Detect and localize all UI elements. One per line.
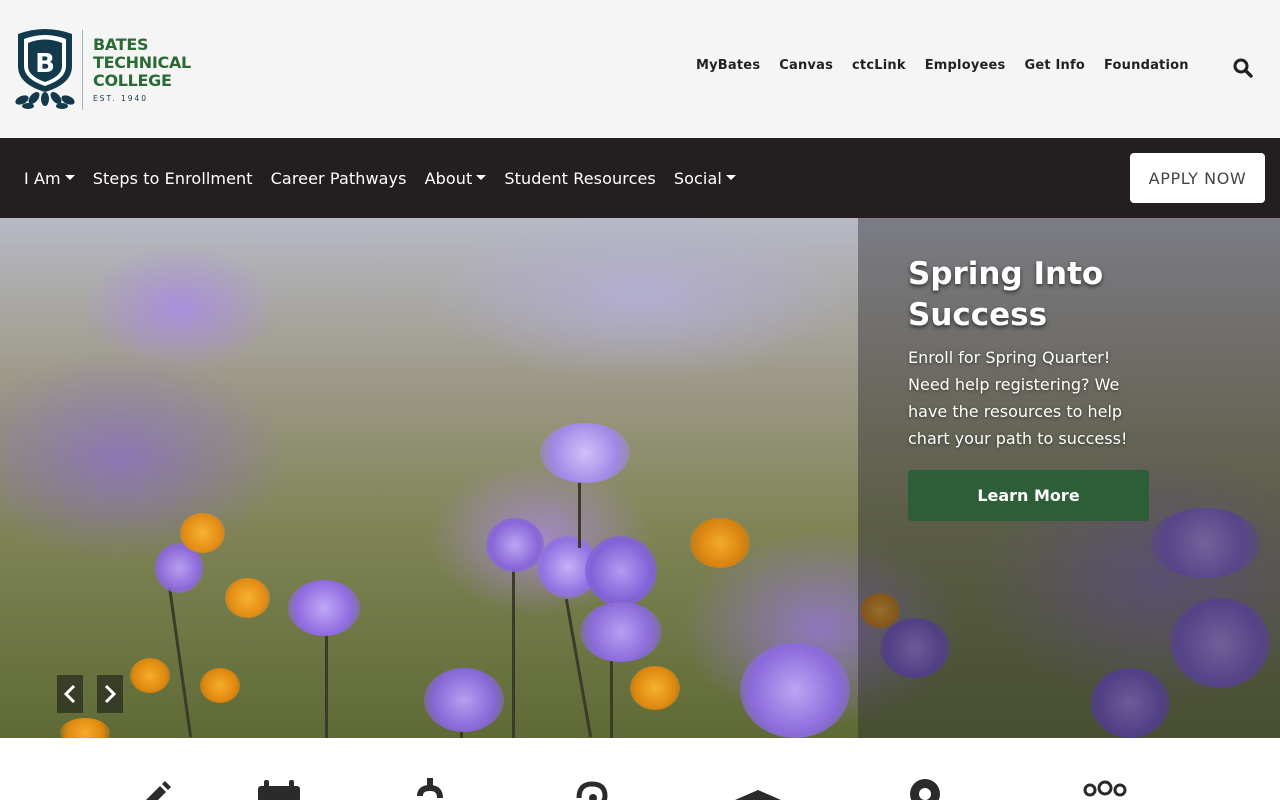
quick-link-locations[interactable] <box>902 778 948 800</box>
logo-wordmark: BATES TECHNICAL COLLEGE EST. 1940 <box>93 35 191 104</box>
graduation-cap-icon <box>735 790 781 800</box>
users-icon <box>1083 780 1127 797</box>
hero-description: Enroll for Spring Quarter! Need help reg… <box>908 348 1128 448</box>
quick-link-help[interactable] <box>569 778 615 800</box>
quick-link-calendar[interactable] <box>256 778 302 800</box>
logo-established: EST. 1940 <box>93 94 149 103</box>
quick-links-row <box>0 738 1280 800</box>
logo-divider <box>82 30 83 110</box>
utility-link-ctclink[interactable]: ctcLink <box>852 58 906 73</box>
quick-link-apply[interactable] <box>130 778 176 800</box>
utility-link-foundation[interactable]: Foundation <box>1104 58 1189 73</box>
utility-link-mybates[interactable]: MyBates <box>696 58 760 73</box>
carousel-next-button[interactable] <box>97 675 123 713</box>
college-logo[interactable]: B BATES TECHNICAL COLLEGE EST. 1940 <box>12 26 192 112</box>
calendar-icon <box>258 780 300 800</box>
logo-line-1: BATES <box>93 35 149 54</box>
caret-down-icon <box>725 174 736 180</box>
search-icon <box>1233 58 1253 78</box>
quick-link-community[interactable] <box>1082 778 1128 800</box>
nav-item-label: Social <box>673 168 722 188</box>
nav-item-student-resources[interactable]: Student Resources <box>504 169 655 188</box>
chevron-left-icon <box>63 684 76 704</box>
nav-item-label: About <box>424 168 473 188</box>
logo-line-3: COLLEGE <box>93 71 172 90</box>
nav-item-social[interactable]: Social <box>674 169 736 188</box>
quick-link-cost[interactable] <box>408 778 454 800</box>
chevron-right-icon <box>104 684 117 704</box>
nav-item-label: I Am <box>24 168 61 188</box>
nav-item-label: Steps to Enrollment <box>92 168 253 188</box>
apply-now-button[interactable]: APPLY NOW <box>1130 153 1265 203</box>
nav-item-label: Student Resources <box>504 168 656 188</box>
top-header: B BATES TECHNICAL COLLEGE EST. 1940 MyBa… <box>0 0 1280 138</box>
nav-item-steps-to-enrollment[interactable]: Steps to Enrollment <box>93 169 253 188</box>
main-nav-items: I Am Steps to Enrollment Career Pathways… <box>24 138 754 218</box>
svg-text:B: B <box>35 49 55 79</box>
main-nav: I Am Steps to Enrollment Career Pathways… <box>0 138 1280 218</box>
hero-title: Spring Into Success <box>908 256 1104 333</box>
map-marker-icon <box>910 779 940 800</box>
nav-item-label: Career Pathways <box>270 168 407 188</box>
nav-item-about[interactable]: About <box>425 169 487 188</box>
search-button[interactable] <box>1232 57 1254 79</box>
question-icon <box>576 781 608 800</box>
learn-more-button[interactable]: Learn More <box>908 470 1149 521</box>
hero-carousel: Spring Into Success Enroll for Spring Qu… <box>0 218 1280 738</box>
caret-down-icon <box>64 174 75 180</box>
utility-link-get-info[interactable]: Get Info <box>1024 58 1085 73</box>
quick-link-programs[interactable] <box>735 778 781 800</box>
utility-link-canvas[interactable]: Canvas <box>779 58 833 73</box>
nav-item-career-pathways[interactable]: Career Pathways <box>271 169 407 188</box>
shield-logo-icon: B <box>15 29 75 109</box>
dollar-icon <box>417 778 443 799</box>
carousel-prev-button[interactable] <box>57 675 83 713</box>
caret-down-icon <box>476 174 487 180</box>
logo-line-2: TECHNICAL <box>93 53 191 72</box>
pencil-icon <box>146 781 171 800</box>
nav-item-i-am[interactable]: I Am <box>24 169 75 188</box>
utility-link-employees[interactable]: Employees <box>925 58 1006 73</box>
utility-nav: MyBates Canvas ctcLink Employees Get Inf… <box>696 58 1208 73</box>
